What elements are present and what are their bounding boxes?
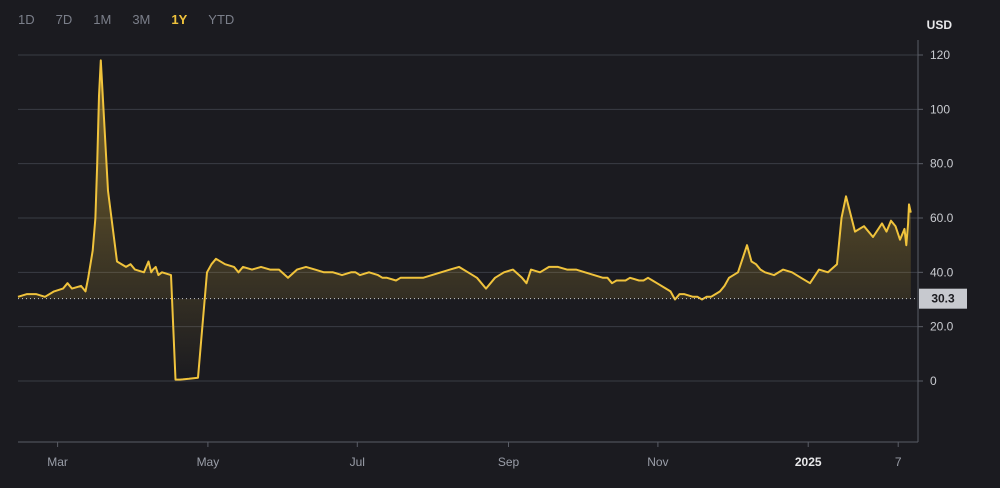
price-area-fill — [18, 60, 911, 380]
y-tick-label: 120 — [930, 48, 950, 62]
x-tick-label: May — [197, 455, 220, 469]
x-tick-label: Mar — [47, 455, 68, 469]
y-tick-label: 80.0 — [930, 157, 954, 171]
x-tick-label: Nov — [647, 455, 668, 469]
x-tick-label: 7 — [895, 455, 902, 469]
y-tick-label: 100 — [930, 102, 950, 116]
y-axis-ticks: 120 100 80.0 60.0 40.0 20.0 0 — [918, 48, 954, 388]
price-line-series — [17, 59, 912, 381]
x-tick-label: Jul — [350, 455, 365, 469]
x-tick-label: 2025 — [795, 455, 822, 469]
axes — [18, 40, 919, 443]
y-tick-label: 40.0 — [930, 265, 954, 279]
x-axis-ticks: Mar May Jul Sep Nov 2025 7 — [47, 442, 902, 469]
price-chart[interactable]: 30.3 120 100 80.0 60.0 40.0 20.0 0 Mar May Jul Se… — [0, 0, 1000, 488]
grid-lines — [18, 54, 918, 382]
y-tick-label: 0 — [930, 374, 937, 388]
current-price-label: 30.3 — [931, 292, 955, 306]
y-tick-label: 60.0 — [930, 211, 954, 225]
y-tick-label: 20.0 — [930, 320, 954, 334]
x-tick-label: Sep — [498, 455, 520, 469]
